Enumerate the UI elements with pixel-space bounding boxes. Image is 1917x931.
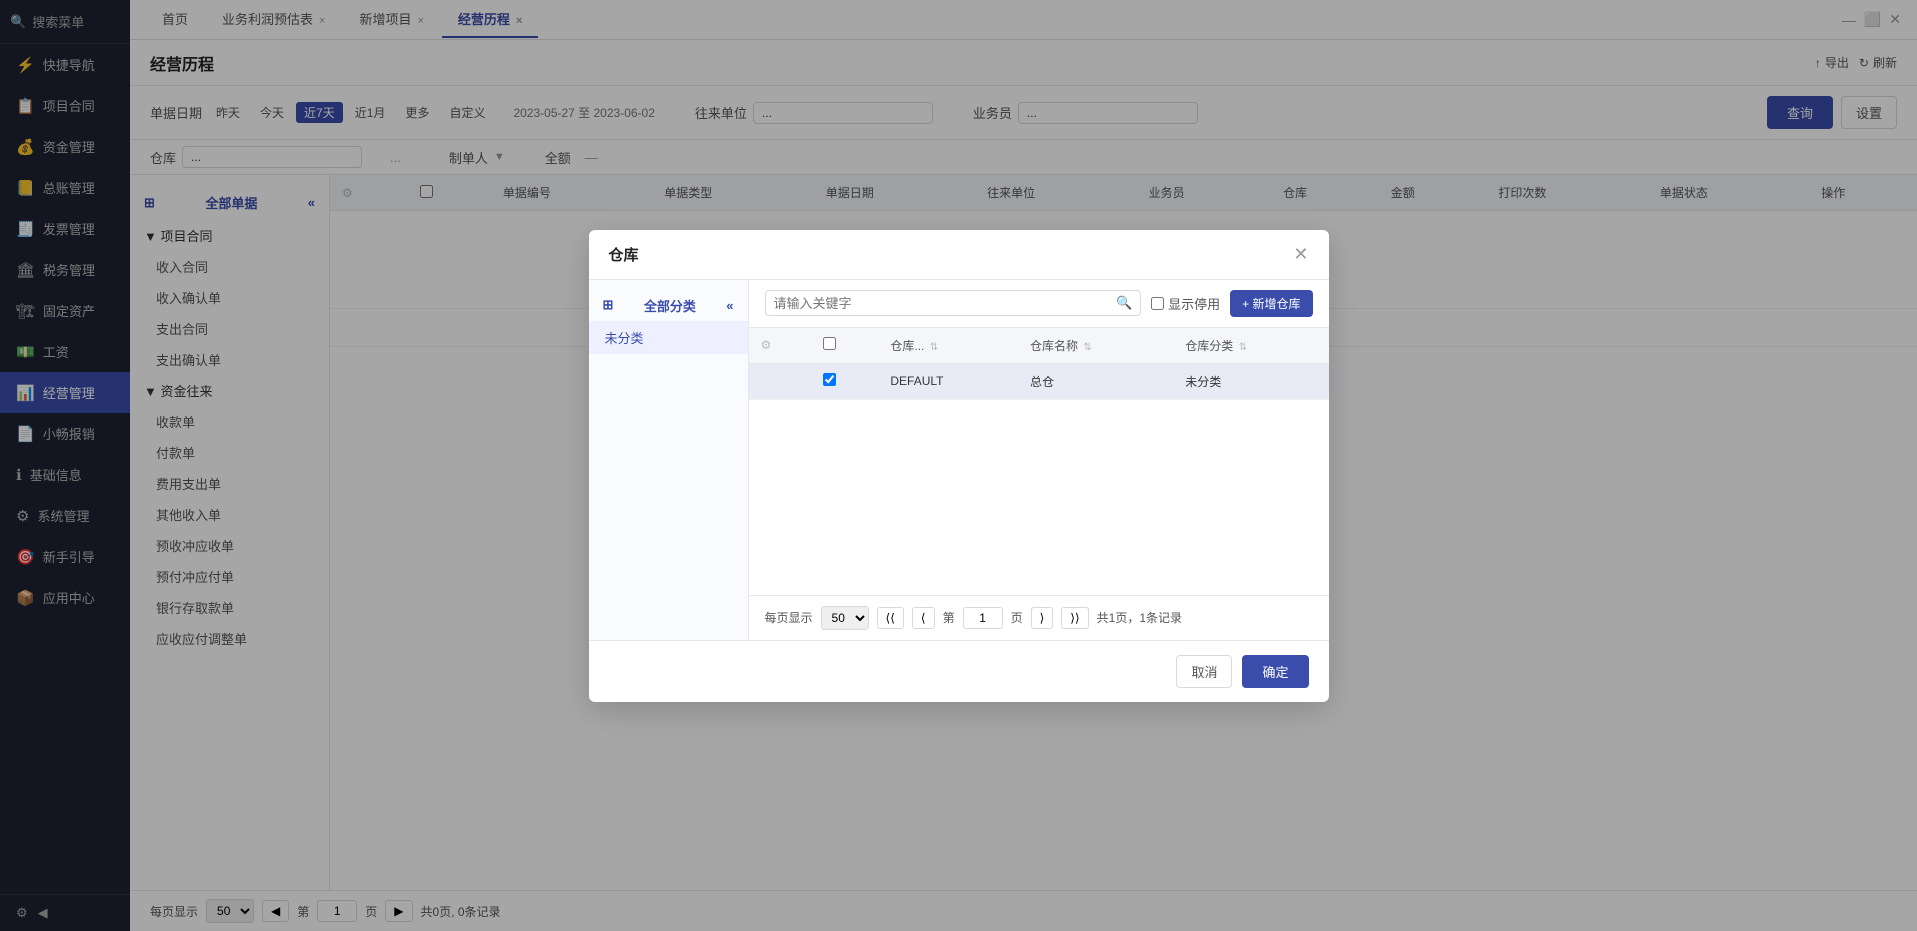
- all-category-label[interactable]: 全部分类: [644, 296, 696, 315]
- modal-col-name-label: 仓库名称: [1030, 339, 1078, 353]
- modal-left-header: ⊞ 全部分类 «: [589, 290, 748, 321]
- confirm-button[interactable]: 确定: [1242, 655, 1308, 688]
- modal-left-panel: ⊞ 全部分类 « 未分类: [589, 280, 749, 640]
- modal-row-category: 未分类: [1173, 363, 1328, 399]
- modal-page-input[interactable]: [963, 607, 1003, 629]
- add-warehouse-button[interactable]: + 新增仓库: [1230, 290, 1312, 317]
- show-disabled-checkbox[interactable]: [1151, 297, 1164, 310]
- modal-col-category: 仓库分类 ⇅: [1173, 328, 1328, 364]
- modal-left-collapse-icon[interactable]: «: [726, 298, 733, 313]
- modal-page-jump-label: 第: [943, 609, 955, 626]
- cancel-button[interactable]: 取消: [1176, 655, 1232, 688]
- modal-table: ⚙ 仓库... ⇅ 仓库名称 ⇅: [749, 328, 1329, 400]
- modal-select-all[interactable]: [823, 337, 836, 350]
- category-icon: ⊞: [603, 297, 614, 313]
- modal-overlay: 仓库 ✕ ⊞ 全部分类 « 未分类 🔍: [0, 0, 1917, 931]
- modal-row-code: DEFAULT: [878, 363, 1018, 399]
- modal-col-settings[interactable]: ⚙: [749, 328, 812, 364]
- modal-page-label: 页: [1011, 609, 1023, 626]
- modal-search-input[interactable]: [774, 296, 1112, 311]
- modal-total-records: 共1页，1条记录: [1097, 609, 1182, 626]
- modal-sort-category[interactable]: ⇅: [1239, 342, 1247, 353]
- show-disabled-label: 显示停用: [1151, 294, 1220, 313]
- modal-body: ⊞ 全部分类 « 未分类 🔍 显示停用: [589, 280, 1329, 640]
- modal-row-checkbox[interactable]: [811, 363, 878, 399]
- uncategorized-item[interactable]: 未分类: [589, 321, 748, 354]
- modal-per-page-label: 每页显示: [765, 609, 813, 626]
- modal-toolbar: 🔍 显示停用 + 新增仓库: [749, 280, 1329, 328]
- modal-header: 仓库 ✕: [589, 230, 1329, 280]
- modal-prev-page-btn[interactable]: ⟨: [912, 607, 935, 629]
- modal-col-checkbox[interactable]: [811, 328, 878, 364]
- modal-col-category-label: 仓库分类: [1185, 339, 1233, 353]
- modal-col-code: 仓库... ⇅: [878, 328, 1018, 364]
- show-disabled-text: 显示停用: [1168, 294, 1220, 313]
- modal-right-panel: 🔍 显示停用 + 新增仓库 ⚙: [749, 280, 1329, 640]
- modal-per-page-select[interactable]: 50: [821, 606, 869, 630]
- modal-search-wrap: 🔍: [765, 290, 1142, 316]
- modal-row-select[interactable]: [823, 373, 836, 386]
- modal-col-name: 仓库名称 ⇅: [1018, 328, 1173, 364]
- modal-sort-name[interactable]: ⇅: [1083, 342, 1091, 353]
- modal-actions: 取消 确定: [589, 640, 1329, 702]
- modal-search-icon: 🔍: [1116, 295, 1132, 311]
- modal-table-wrap: ⚙ 仓库... ⇅ 仓库名称 ⇅: [749, 328, 1329, 595]
- modal-close-button[interactable]: ✕: [1293, 244, 1308, 265]
- modal-next-page-btn[interactable]: ⟩: [1031, 607, 1054, 629]
- modal-last-page-btn[interactable]: ⟩⟩: [1061, 607, 1088, 629]
- modal-pagination: 每页显示 50 ⟨⟨ ⟨ 第 页 ⟩ ⟩⟩ 共1页，1条记录: [749, 595, 1329, 640]
- modal-col-code-label: 仓库...: [890, 339, 924, 353]
- modal-row-settings: [749, 363, 812, 399]
- modal-title: 仓库: [609, 244, 639, 265]
- modal-sort-code[interactable]: ⇅: [930, 342, 938, 353]
- modal-row-name: 总仓: [1018, 363, 1173, 399]
- modal-first-page-btn[interactable]: ⟨⟨: [877, 607, 904, 629]
- modal-table-row[interactable]: DEFAULT 总仓 未分类: [749, 363, 1329, 399]
- warehouse-modal: 仓库 ✕ ⊞ 全部分类 « 未分类 🔍: [589, 230, 1329, 702]
